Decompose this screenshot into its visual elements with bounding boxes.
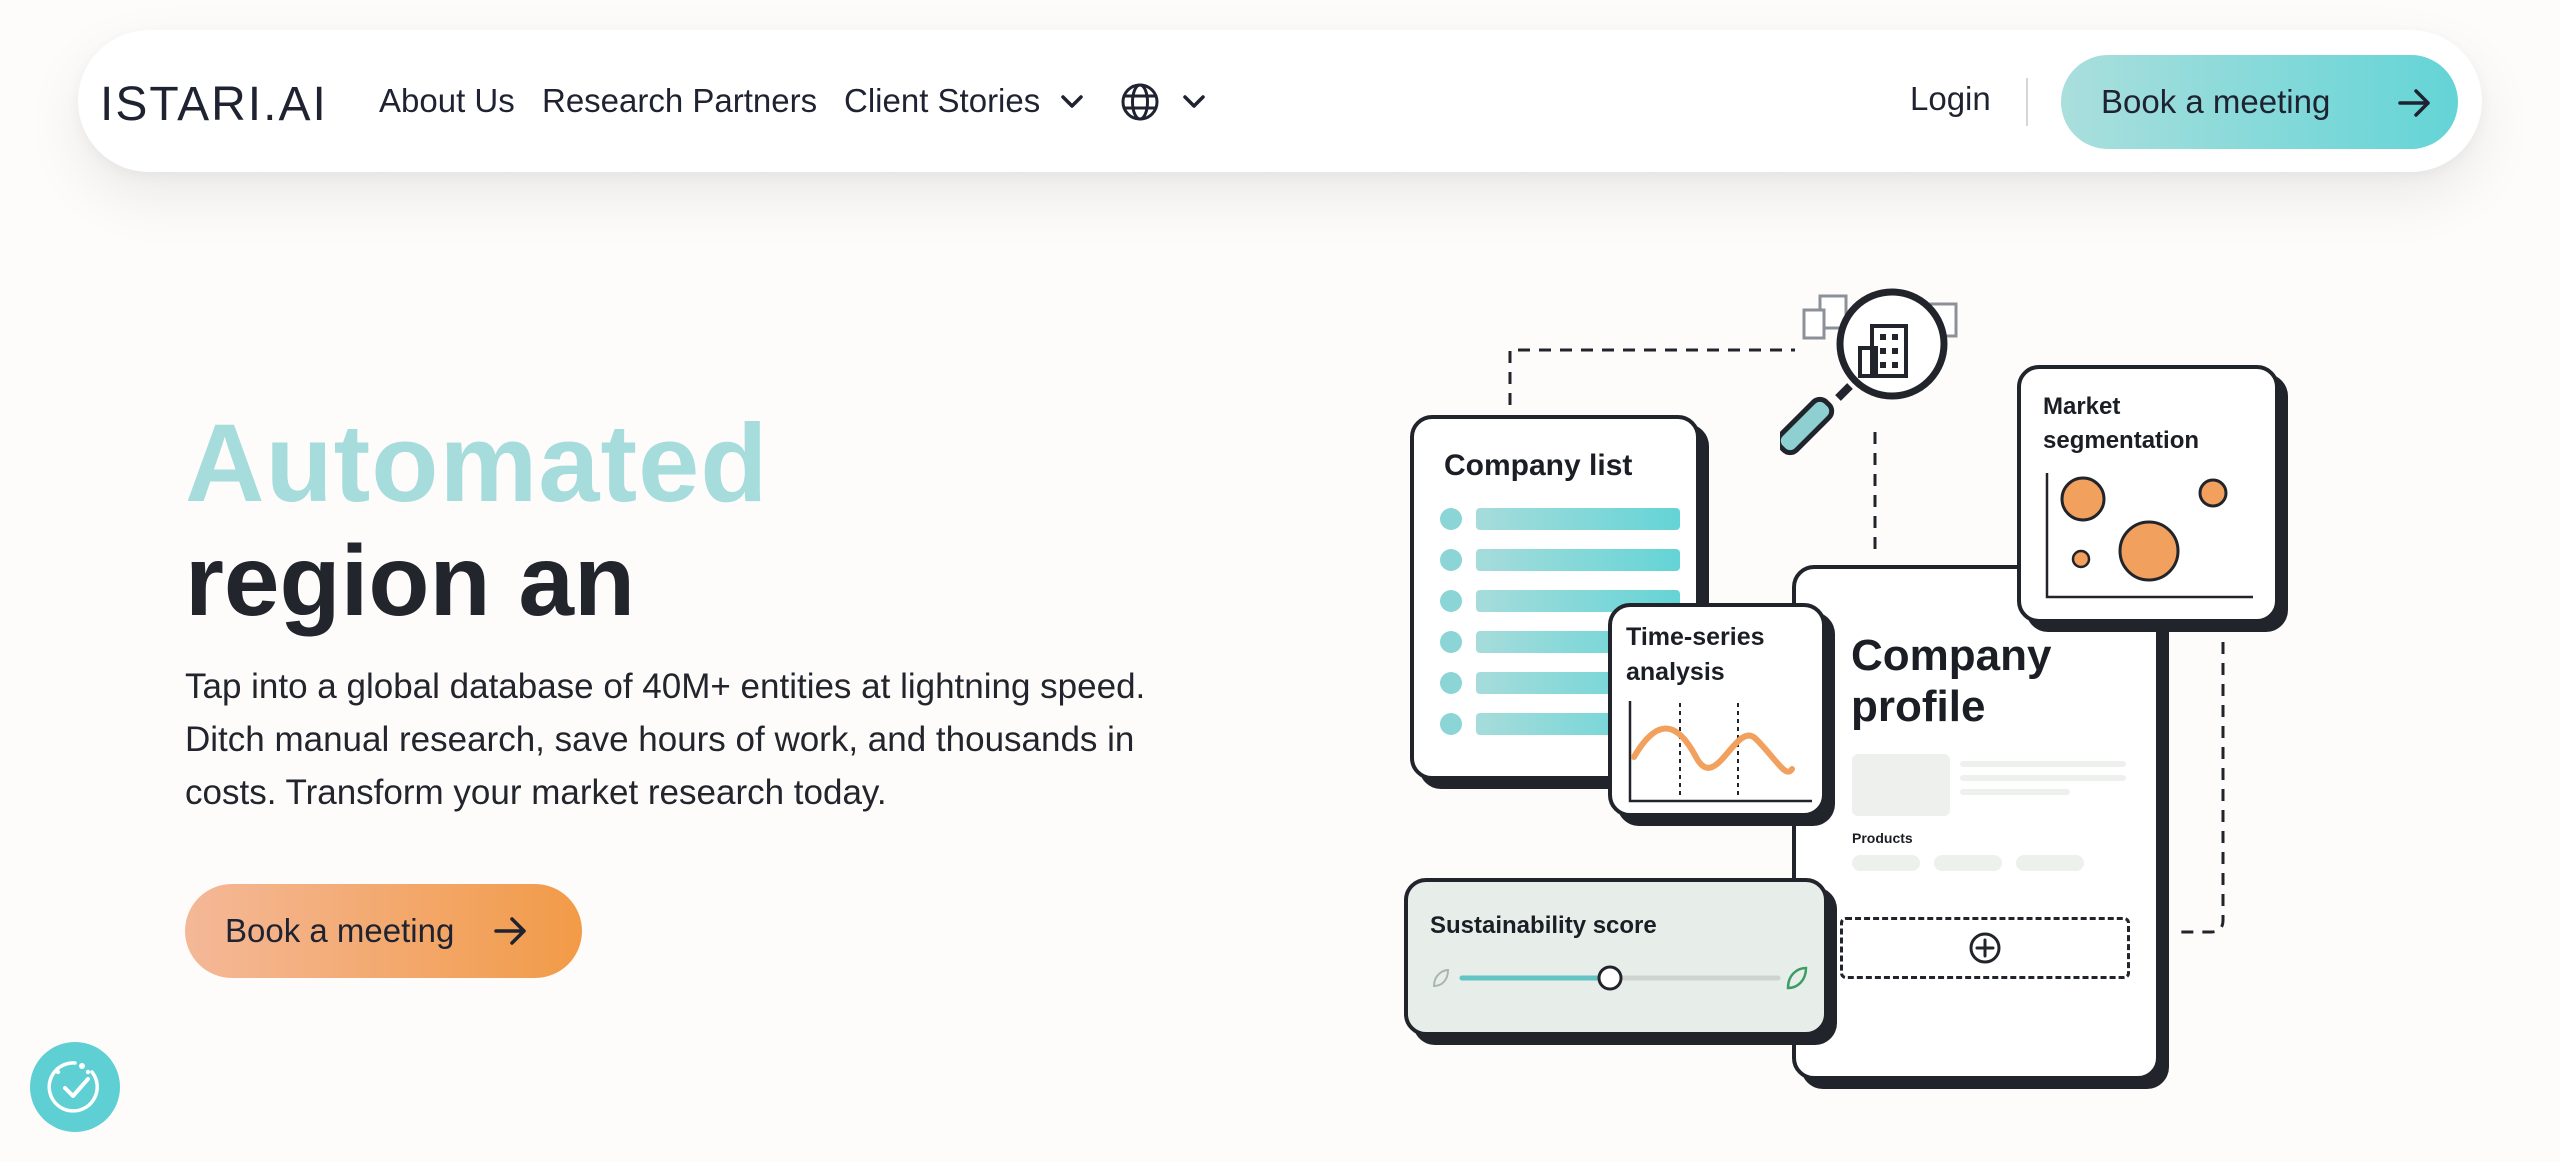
company-profile-title-2: profile: [1851, 682, 1986, 731]
time-series-title-1: Time-series: [1626, 623, 1765, 651]
profile-image-placeholder: [1852, 754, 1950, 816]
add-plus-circle-icon: [1969, 932, 2001, 964]
bubble-chart: [2045, 473, 2253, 599]
market-segmentation-title-1: Market: [2043, 393, 2121, 420]
hero-book-meeting-button[interactable]: Book a meeting: [185, 884, 582, 978]
time-series-card: Time-series analysis: [1608, 603, 1826, 817]
client-stories-chevron-down-icon[interactable]: [1060, 94, 1084, 110]
profile-text-line: [1960, 761, 2126, 767]
company-profile-title-1: Company: [1851, 631, 2052, 680]
sustainability-title: Sustainability score: [1430, 912, 1657, 939]
company-profile-card: Company profile Products: [1792, 565, 2160, 1080]
cookie-check-icon: [47, 1061, 99, 1113]
logo-wordmark: ISTARI.AI: [100, 78, 328, 130]
hero-headline: region an: [185, 525, 636, 637]
nav-about-us[interactable]: About Us: [379, 82, 515, 120]
sustainability-card: Sustainability score: [1404, 878, 1828, 1036]
sustainability-slider: [1432, 965, 1808, 991]
arrow-right-icon: [494, 917, 526, 945]
hero-description: Tap into a global database of 40M+ entit…: [185, 667, 1146, 812]
magnifier-buildings-icon: [1780, 288, 1958, 456]
time-series-title-2: analysis: [1626, 658, 1725, 686]
products-label: Products: [1852, 830, 1913, 846]
nav-book-meeting-button[interactable]: Book a meeting: [2061, 55, 2458, 149]
hero-illustration: Company profile Products Company list Ti…: [1390, 280, 2290, 1100]
language-chevron-down-icon[interactable]: [1182, 94, 1206, 110]
market-segmentation-card: Market segmentation: [2017, 365, 2279, 623]
product-chip: [2016, 855, 2084, 871]
istari-logo[interactable]: ISTARI.AI: [100, 70, 355, 131]
leaf-icon-right: [1786, 966, 1808, 990]
profile-text-line: [1960, 789, 2070, 795]
nav-research-partners[interactable]: Research Partners: [542, 82, 817, 120]
hero-book-meeting-label: Book a meeting: [225, 912, 455, 949]
globe-language-icon[interactable]: [1120, 82, 1160, 122]
arrow-right-icon: [2398, 89, 2430, 117]
company-list-title: Company list: [1444, 449, 1633, 482]
profile-text-line: [1960, 775, 2126, 781]
nav-client-stories[interactable]: Client Stories: [844, 82, 1040, 120]
product-chip: [1934, 855, 2002, 871]
market-segmentation-title-2: segmentation: [2043, 427, 2200, 454]
cookie-consent-button[interactable]: [30, 1042, 120, 1132]
login-link[interactable]: Login: [1910, 80, 1991, 118]
time-series-chart: [1628, 701, 1812, 803]
nav-book-meeting-label: Book a meeting: [2101, 83, 2331, 120]
nav-divider: [2026, 78, 2028, 126]
hero-headline-accent: Automated: [185, 402, 769, 525]
product-chip: [1852, 855, 1920, 871]
top-navbar: ISTARI.AI About Us Research Partners Cli…: [78, 30, 2482, 172]
leaf-icon-left: [1432, 968, 1450, 988]
